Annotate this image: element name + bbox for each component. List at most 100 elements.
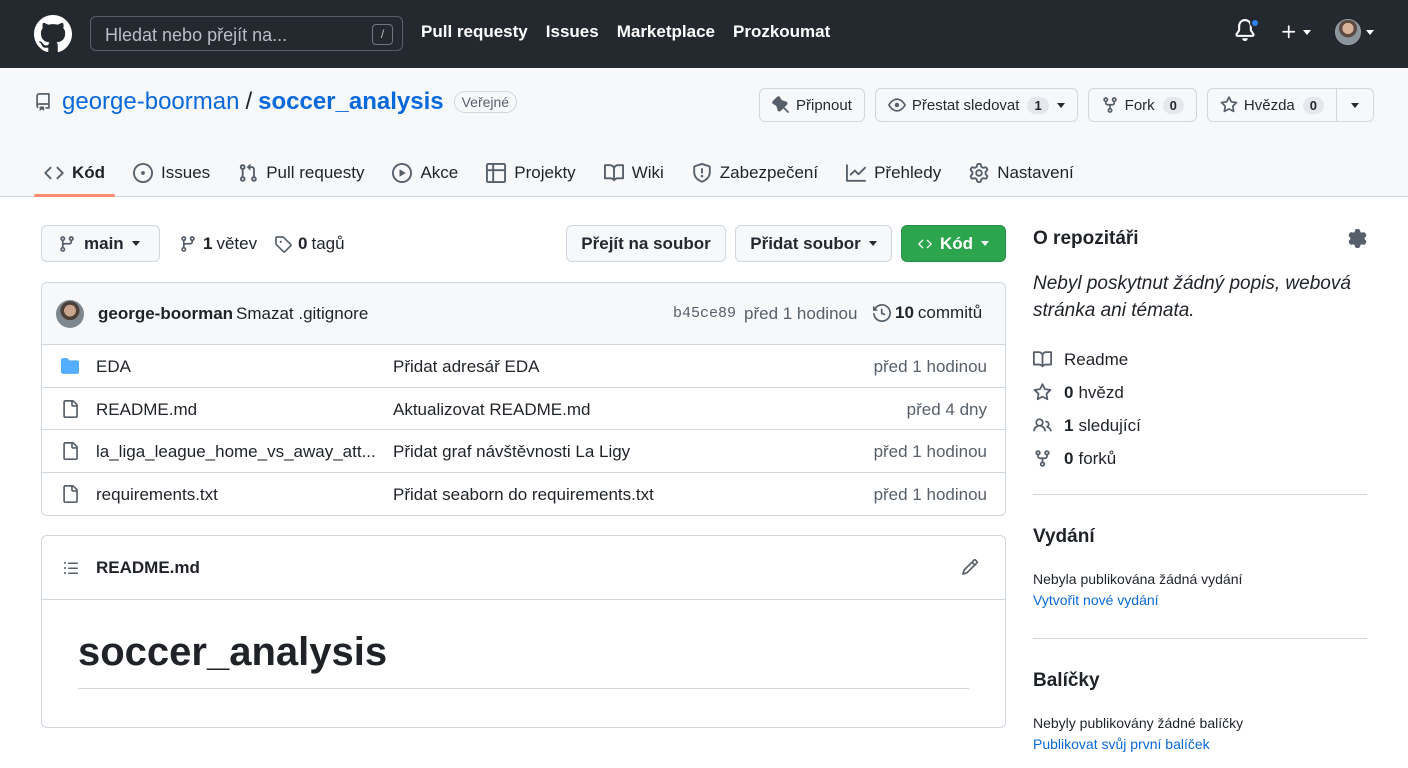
fork-label: Fork [1124,96,1155,114]
go-to-file-button[interactable]: Přejít na soubor [566,225,726,262]
commit-message-link[interactable]: Smazat .gitignore [236,304,368,324]
github-logo-icon[interactable] [34,15,72,53]
branch-name: main [84,233,124,253]
list-unordered-icon[interactable] [62,560,80,576]
tab-code[interactable]: Kód [34,148,116,197]
nav-marketplace[interactable]: Marketplace [617,22,715,42]
unwatch-button[interactable]: Přestat sledovat 1 [874,88,1078,122]
tab-label: Zabezpečení [719,162,819,182]
visibility-badge: Veřejné [453,91,518,113]
pull-request-icon [238,163,258,183]
commit-history-link[interactable]: 10 commitů [873,303,982,323]
file-row[interactable]: la_liga_league_home_vs_away_att... Přida… [42,430,1005,473]
create-release-link[interactable]: Vytvořit nové vydání [1033,592,1159,608]
tab-settings[interactable]: Nastavení [959,148,1084,197]
file-commit-message[interactable]: Přidat seaborn do requirements.txt [393,485,654,505]
file-name-link[interactable]: EDA [96,357,380,377]
file-name-link[interactable]: la_liga_league_home_vs_away_att... [96,442,380,462]
packages-title[interactable]: Balíčky [1033,670,1100,692]
readme-link[interactable]: Readme [1033,343,1141,376]
fork-icon [1033,449,1053,468]
sidebar-divider [1033,494,1367,495]
star-button[interactable]: Hvězda 0 [1208,89,1337,121]
branches-link[interactable]: 1 větev [179,234,257,254]
tab-pull-requests[interactable]: Pull requesty [228,148,374,197]
repo-name-link[interactable]: soccer_analysis [258,88,443,116]
repo-separator: / [245,88,253,115]
tag-icon [275,236,292,253]
file-name-link[interactable]: README.md [96,400,380,420]
create-new-dropdown[interactable] [1280,23,1311,41]
tab-actions[interactable]: Akce [382,148,468,197]
stars-link[interactable]: 0 hvězd [1033,376,1141,409]
code-button-label: Kód [939,233,973,253]
code-icon [918,239,932,248]
watchers-link[interactable]: 1 sledující [1033,409,1141,442]
branch-icon [181,236,195,252]
tab-wiki[interactable]: Wiki [594,148,674,197]
tab-insights[interactable]: Přehledy [836,148,951,197]
file-row[interactable]: README.md Aktualizovat README.md před 4 … [42,388,1005,430]
plus-icon [1282,25,1296,39]
forks-link[interactable]: 0 forků [1033,442,1141,475]
file-commit-time: před 1 hodinou [873,442,987,461]
packages-empty-text: Nebyly publikovány žádné balíčky [1033,715,1244,731]
notifications-bell-icon[interactable] [1234,18,1260,46]
avatar[interactable] [56,300,84,328]
fork-button[interactable]: Fork 0 [1087,88,1197,122]
file-name-link[interactable]: requirements.txt [96,485,380,505]
star-lists-dropdown[interactable] [1337,89,1373,121]
file-commit-message[interactable]: Přidat graf návštěvnosti La Ligy [393,442,630,462]
code-dropdown-button[interactable]: Kód [901,225,1006,262]
about-title: O repozitáři [1033,228,1139,249]
pin-label: Připnout [796,96,852,114]
file-commit-message[interactable]: Přidat adresář EDA [393,357,539,377]
gear-icon[interactable] [1348,229,1367,248]
tab-projects[interactable]: Projekty [476,148,585,197]
global-header: Hledat nebo přejít na... / Pull requesty… [0,0,1408,68]
file-row[interactable]: requirements.txt Přidat seaborn do requi… [42,473,1005,516]
search-shortcut-key: / [372,24,393,45]
file-icon [60,442,80,460]
tab-label: Nastavení [997,162,1074,182]
star-icon [1220,96,1238,114]
repo-title: george-boorman / soccer_analysis Veřejné [34,88,518,116]
repo-tabs: Kód Issues Pull requesty Akce Projekty W… [34,148,1092,197]
branch-selector[interactable]: main [41,225,160,262]
releases-title[interactable]: Vydání [1033,526,1095,548]
eye-icon [888,96,906,114]
tab-label: Pull requesty [266,162,365,182]
branch-toolbar: main 1 větev 0 tagů Přejít na soubor Při… [41,225,1006,262]
nav-issues[interactable]: Issues [546,22,599,42]
tags-link[interactable]: 0 tagů [274,234,345,254]
branch-count-label: větev [216,234,258,253]
file-row[interactable]: EDA Přidat adresář EDA před 1 hodinou [42,345,1005,388]
nav-pull-requests[interactable]: Pull requesty [421,22,528,42]
add-file-button[interactable]: Přidat soubor [735,225,892,262]
pin-button[interactable]: Připnout [759,88,865,122]
search-input[interactable]: Hledat nebo přejít na... / [90,16,403,51]
commit-time: před 1 hodinou [744,304,858,323]
tab-label: Akce [420,162,459,182]
tab-label: Kód [72,162,106,182]
issue-icon [133,162,154,183]
code-icon [44,163,64,183]
commit-author-link[interactable]: george-boorman [98,304,233,324]
publish-package-link[interactable]: Publikovat svůj první balíček [1033,736,1210,752]
readme-filename[interactable]: README.md [96,558,200,578]
tag-count-label: tagů [311,234,345,253]
notification-dot [1250,18,1260,28]
commit-count: 10 [895,303,914,322]
pin-icon [772,96,790,114]
file-commit-message[interactable]: Aktualizovat README.md [393,400,590,420]
repo-owner-link[interactable]: george-boorman [62,88,239,116]
chevron-down-icon [1303,29,1311,35]
file-icon [60,399,80,418]
readme-heading: soccer_analysis [78,630,388,674]
tab-issues[interactable]: Issues [123,148,220,197]
commit-hash-link[interactable]: b45ce89 [673,305,736,322]
tab-security[interactable]: Zabezpečení [682,148,828,197]
user-menu[interactable] [1335,19,1374,45]
pencil-icon[interactable] [961,558,979,576]
nav-explore[interactable]: Prozkoumat [733,22,830,42]
